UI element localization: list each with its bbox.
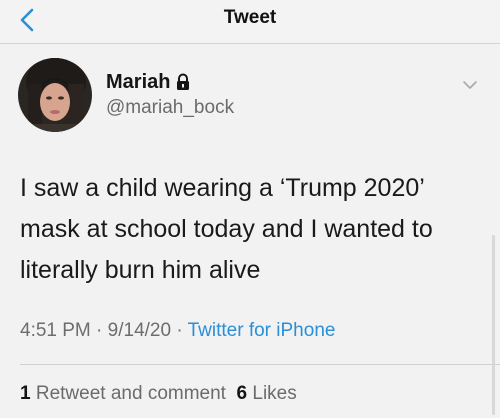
tweet-date: 9/14/20: [107, 320, 172, 341]
scrollbar[interactable]: [492, 235, 495, 415]
retweets-label: Retweet and comment: [35, 383, 226, 404]
tweet-source-link[interactable]: Twitter for iPhone: [188, 320, 336, 341]
more-options-button[interactable]: [460, 78, 480, 92]
likes-stat[interactable]: 6 Likes: [237, 383, 297, 404]
meta-separator: ·: [176, 320, 183, 341]
page-title: Tweet: [223, 7, 277, 28]
retweets-count: 1: [20, 383, 31, 404]
tweet-meta: 4:51 PM · 9/14/20 · Twitter for iPhone: [20, 320, 335, 342]
navigation-bar: Tweet: [0, 0, 500, 44]
avatar[interactable]: [18, 58, 92, 132]
likes-count: 6: [236, 383, 248, 404]
retweets-stat[interactable]: 1 Retweet and comment: [20, 383, 226, 404]
author-name[interactable]: Mariah: [106, 71, 170, 94]
tweet-stats: 1 Retweet and comment 6 Likes: [20, 383, 297, 405]
likes-label: Likes: [252, 383, 297, 404]
author-name-row[interactable]: Mariah: [106, 70, 191, 94]
tweet-time: 4:51 PM: [20, 320, 91, 341]
lock-icon: [177, 73, 190, 90]
tweet-text: I saw a child wearing a ‘Trump 2020’ mas…: [20, 174, 433, 284]
meta-separator: ·: [96, 320, 103, 341]
chevron-down-icon: [463, 81, 477, 89]
author-handle[interactable]: @mariah_bock: [106, 97, 234, 119]
tweet-detail-screen: Tweet Mariah @mariah_bock I saw a child: [0, 0, 500, 418]
divider: [20, 364, 500, 365]
